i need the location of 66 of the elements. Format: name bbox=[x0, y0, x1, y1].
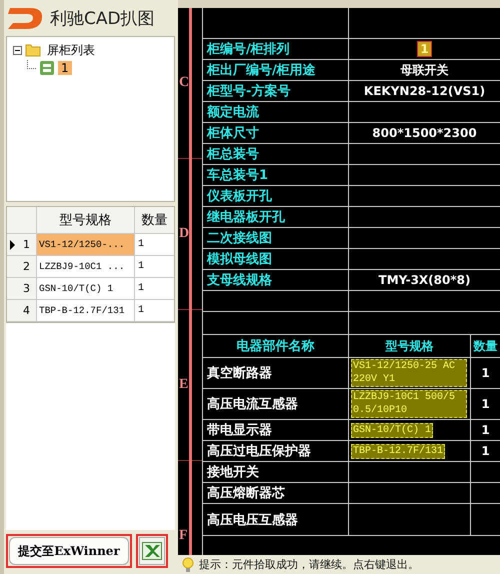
property-label: 柜编号/柜排列 bbox=[207, 40, 290, 58]
table-cell: GSN-10/T(C) 1 bbox=[37, 278, 135, 299]
tree-item[interactable]: 1 bbox=[58, 61, 72, 75]
component-name: 高压电压互感器 bbox=[207, 512, 298, 528]
column-header[interactable]: 数量 bbox=[135, 207, 174, 233]
column-header: 数量 bbox=[474, 338, 498, 354]
property-value: KEKYN28-12(VS1) bbox=[364, 84, 486, 98]
property-label: 车总装号1 bbox=[207, 166, 268, 184]
table-cell-text: 1 bbox=[137, 282, 146, 296]
component-qty: 1 bbox=[481, 366, 490, 380]
ruler-mark: E bbox=[179, 377, 188, 393]
submit-button[interactable]: 提交至ExWinner bbox=[9, 537, 129, 565]
component-qty: 1 bbox=[481, 423, 490, 437]
property-value: 800*1500*2300 bbox=[372, 126, 477, 140]
table-cell: TBP-B-12.7F/131 bbox=[37, 300, 135, 321]
table-cell: LZZBJ9-10C1 ... bbox=[37, 256, 135, 277]
component-model: VS1-12/1250-25 AC 220V Y1 bbox=[351, 359, 467, 387]
row-header[interactable]: 2 bbox=[7, 256, 37, 277]
property-label: 额定电流 bbox=[207, 104, 259, 121]
component-name: 接地开关 bbox=[207, 464, 259, 481]
component-name: 真空断路器 bbox=[207, 364, 272, 382]
logo-icon bbox=[8, 5, 44, 31]
column-header: 电器部件名称 bbox=[236, 338, 314, 355]
property-value: 母联开关 bbox=[400, 62, 448, 78]
property-label: 模拟母线图 bbox=[207, 250, 272, 268]
app-title: 利驰CAD扒图 bbox=[50, 8, 155, 30]
row-header[interactable]: 1 bbox=[7, 234, 37, 255]
table-cell: VS1-12/1250-... bbox=[37, 234, 135, 255]
component-model: TBP-B-12.7F/131 bbox=[351, 444, 446, 458]
row-pointer-icon bbox=[10, 240, 15, 250]
table-cell-text: 1 bbox=[137, 304, 146, 318]
property-label: 柜出厂编号/柜用途 bbox=[207, 62, 316, 79]
property-label: 支母线规格 bbox=[207, 272, 272, 289]
excel-export-button[interactable] bbox=[139, 537, 165, 565]
table-cell-text: 1 bbox=[137, 260, 146, 274]
ruler-mark: D bbox=[179, 226, 190, 242]
property-label: 柜总装号 bbox=[207, 146, 259, 163]
table-cell-text: 1 bbox=[137, 238, 146, 252]
property-label: 继电器板开孔 bbox=[207, 209, 285, 226]
collapse-toggle[interactable] bbox=[13, 46, 22, 54]
folder-icon bbox=[25, 43, 41, 57]
row-header[interactable]: 4 bbox=[7, 300, 37, 321]
cabinet-icon bbox=[39, 60, 55, 76]
row-header[interactable]: 3 bbox=[7, 278, 37, 299]
status-text: 提示：元件拾取成功，请继续。点右键退出。 bbox=[199, 557, 419, 572]
lightbulb-icon bbox=[181, 556, 195, 572]
property-value: 1 bbox=[417, 41, 432, 57]
ruler-mark: C bbox=[179, 75, 190, 91]
component-model: LZZBJ9-10C1 500/5 0.5/10P10 bbox=[351, 390, 467, 418]
component-name: 带电显示器 bbox=[207, 422, 272, 439]
property-label: 柜体尺寸 bbox=[207, 125, 259, 142]
property-label: 柜型号-方案号 bbox=[207, 82, 290, 100]
component-qty: 1 bbox=[481, 444, 490, 458]
component-name: 高压熔断器芯 bbox=[207, 484, 285, 502]
ruler-mark: F bbox=[179, 528, 188, 544]
property-value: TMY-3X(80*8) bbox=[378, 273, 470, 287]
column-header: 型号规格 bbox=[386, 338, 434, 354]
component-name: 高压电流互感器 bbox=[207, 396, 298, 413]
column-header[interactable]: 型号规格 bbox=[37, 207, 135, 233]
component-qty: 1 bbox=[481, 397, 490, 411]
spreadsheet-icon bbox=[142, 542, 162, 560]
tree-item[interactable]: 屏柜列表 bbox=[44, 42, 98, 58]
property-label: 仪表板开孔 bbox=[207, 188, 272, 205]
component-name: 高压过电压保护器 bbox=[207, 442, 311, 460]
component-model: GSN-10/T(C) 1 bbox=[351, 422, 434, 438]
property-label: 二次接线图 bbox=[207, 230, 272, 247]
